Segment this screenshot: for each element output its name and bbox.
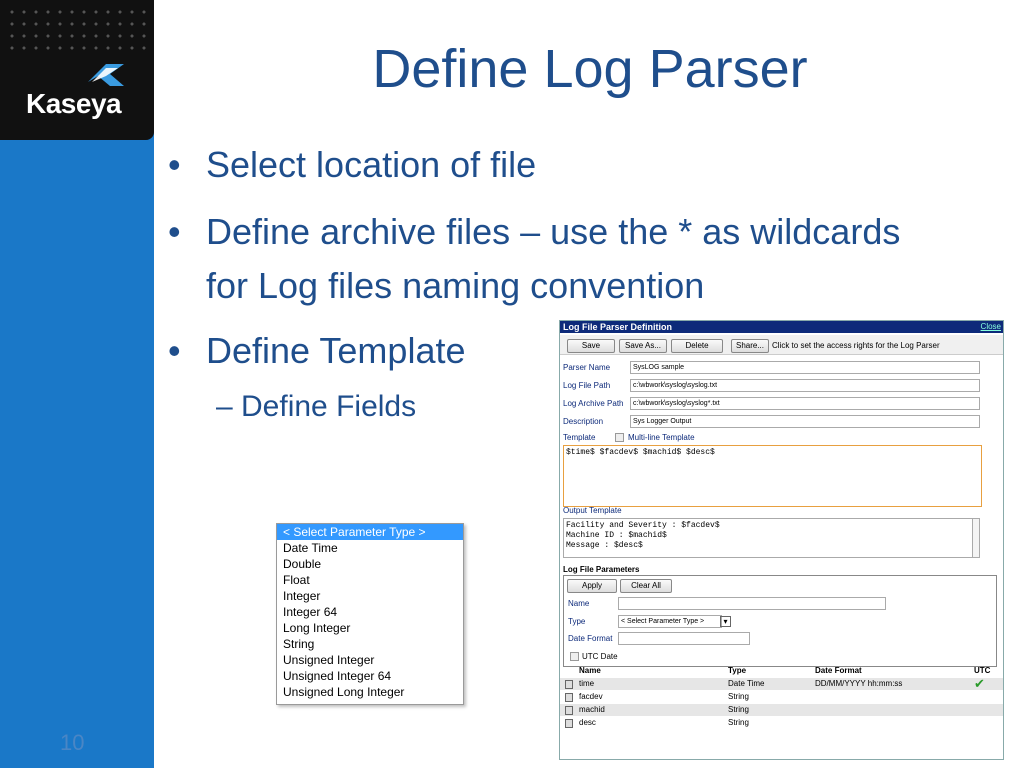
bullet-text: Select location of file [206, 144, 537, 185]
output-template-label: Output Template [563, 506, 622, 515]
date-format-field[interactable] [618, 632, 750, 645]
window-title-bar: Log File Parser Definition Close [560, 321, 1003, 333]
column-header[interactable]: Type [728, 666, 746, 675]
list-option[interactable]: Unsigned Integer [277, 652, 463, 668]
row-type: Date Time [728, 679, 765, 688]
bullet-dot: • [168, 144, 181, 185]
output-line: Facility and Severity : $facdev$ [566, 521, 720, 530]
toolbar: Save Save As... Delete Share... Click to… [560, 335, 1003, 355]
output-template-textarea[interactable]: Facility and Severity : $facdev$ Machine … [563, 518, 976, 558]
clear-all-button[interactable]: Clear All [620, 579, 672, 593]
row-type: String [728, 692, 749, 701]
row-edit-icon[interactable] [565, 706, 573, 715]
bullet-text: Define archive files – use the * as wild… [206, 211, 901, 252]
description-field[interactable]: Sys Logger Output [630, 415, 980, 428]
row-name: desc [579, 718, 596, 727]
window-title: Log File Parser Definition [563, 322, 673, 332]
multiline-label: Multi-line Template [628, 433, 695, 442]
row-name: facdev [579, 692, 603, 701]
output-line: Machine ID : $machid$ [566, 531, 667, 540]
row-edit-icon[interactable] [565, 719, 573, 728]
log-file-path-label: Log File Path [563, 381, 611, 390]
chevron-down-icon[interactable]: ▾ [720, 616, 731, 627]
list-option[interactable]: Float [277, 572, 463, 588]
column-header[interactable]: Date Format [815, 666, 862, 675]
row-edit-icon[interactable] [565, 680, 573, 689]
log-file-parameters-heading: Log File Parameters [563, 565, 640, 574]
bullet-dot: • [168, 330, 181, 371]
output-scrollbar[interactable] [972, 518, 980, 558]
logo-panel: Kaseya [0, 0, 154, 140]
page-number: 10 [60, 730, 85, 755]
list-option[interactable]: Long Integer [277, 620, 463, 636]
row-type: String [728, 718, 749, 727]
template-textarea[interactable]: $time$ $facdev$ $machid$ $desc$ [563, 445, 982, 507]
multiline-checkbox[interactable] [615, 433, 624, 442]
utc-date-label: UTC Date [582, 652, 618, 661]
parser-name-field[interactable]: SysLOG sample [630, 361, 980, 374]
param-type-select[interactable]: < Select Parameter Type > [618, 615, 722, 628]
share-button[interactable]: Share... [731, 339, 769, 353]
slide-title: Define Log Parser [372, 39, 808, 99]
parser-name-label: Parser Name [563, 363, 611, 372]
log-file-path-field[interactable]: c:\wbwork\syslog\syslog.txt [630, 379, 980, 392]
toolbar-hint: Click to set the access rights for the L… [772, 341, 940, 350]
list-option[interactable]: Double [277, 556, 463, 572]
parser-definition-window: Log File Parser Definition Close Save Sa… [559, 320, 1004, 760]
list-option[interactable]: Integer [277, 588, 463, 604]
bullet-dot: • [168, 211, 181, 252]
kaseya-logo-icon [88, 64, 124, 86]
brand-name: Kaseya [26, 88, 122, 119]
param-name-field[interactable] [618, 597, 886, 610]
sub-bullet: – Define Fields [216, 390, 417, 423]
bullet-text-continued: for Log files naming convention [206, 265, 705, 306]
param-name-label: Name [568, 599, 590, 608]
table-row[interactable]: machid String [560, 704, 1003, 716]
delete-button[interactable]: Delete [671, 339, 723, 353]
date-format-label: Date Format [568, 634, 613, 643]
template-label: Template [563, 433, 596, 442]
save-button[interactable]: Save [567, 339, 615, 353]
list-option[interactable]: < Select Parameter Type > [277, 524, 463, 540]
column-header[interactable]: Name [579, 666, 601, 675]
list-option[interactable]: Date Time [277, 540, 463, 556]
parameters-panel: Apply Clear All Name Type < Select Param… [563, 575, 997, 667]
grid-header: Name Type Date Format UTC [560, 666, 1003, 677]
save-as-button[interactable]: Save As... [619, 339, 667, 353]
bullet-text: Define Template [206, 330, 466, 371]
apply-button[interactable]: Apply [567, 579, 617, 593]
log-archive-path-field[interactable]: c:\wbwork\syslog\syslog*.txt [630, 397, 980, 410]
list-option[interactable]: Unsigned Integer 64 [277, 668, 463, 684]
table-row[interactable]: desc String [560, 717, 1003, 729]
row-type: String [728, 705, 749, 714]
param-type-label: Type [568, 617, 586, 626]
dot-pattern [6, 6, 146, 56]
table-row[interactable]: facdev String [560, 691, 1003, 703]
output-line: Message : $desc$ [566, 541, 643, 550]
checkmark-icon: ✔ [974, 676, 985, 691]
list-option[interactable]: Unsigned Long Integer [277, 684, 463, 700]
list-option[interactable]: Integer 64 [277, 604, 463, 620]
close-link[interactable]: Close [981, 321, 1001, 333]
row-edit-icon[interactable] [565, 693, 573, 702]
log-archive-path-label: Log Archive Path [563, 399, 624, 408]
row-name: time [579, 679, 595, 688]
parameter-type-list[interactable]: < Select Parameter Type > Date Time Doub… [276, 523, 464, 705]
list-option[interactable]: String [277, 636, 463, 652]
utc-date-checkbox[interactable] [570, 652, 579, 661]
row-date-format: DD/MM/YYYY hh:mm:ss [815, 679, 903, 688]
row-name: machid [579, 705, 605, 714]
sidebar: Kaseya 10 [0, 0, 154, 768]
table-row[interactable]: time Date Time DD/MM/YYYY hh:mm:ss ✔ [560, 676, 1003, 691]
column-header[interactable]: UTC [974, 666, 990, 675]
description-label: Description [563, 417, 604, 426]
